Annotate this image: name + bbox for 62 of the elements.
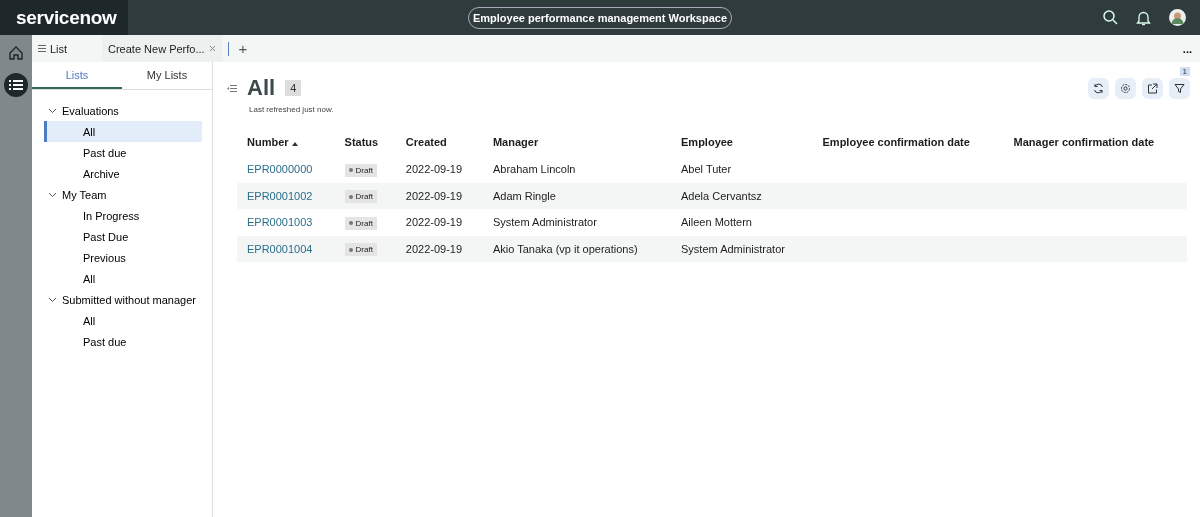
record-link[interactable]: EPR0000000 [247,163,313,176]
table-cell: Adam Ringle [492,189,556,202]
column-header[interactable]: Manager [482,128,671,156]
table-cell: 2022-09-19 [405,242,463,255]
filter-icon[interactable] [1169,77,1190,99]
chevron-icon [48,191,57,198]
tree-item[interactable]: In Progress [44,205,202,226]
refresh-icon[interactable] [1088,77,1109,99]
refresh-status: Last refreshed just now. [248,105,335,114]
collapse-icon[interactable] [227,84,237,92]
export-icon[interactable] [1142,77,1163,99]
tree-item[interactable]: Past Due [44,226,202,247]
column-header[interactable]: Status [334,128,396,156]
avatar[interactable] [1169,9,1186,26]
filter-count: 1 [1179,66,1190,76]
table-cell: Akio Tanaka (vp it operations) [492,242,638,255]
tree-item[interactable]: All [44,268,202,289]
column-header[interactable]: Employee [671,128,813,156]
table-cell: Adela Cervantsz [681,189,762,202]
table-cell: System Administrator [492,216,597,229]
chevron-icon [48,107,57,114]
list-icon[interactable] [4,73,28,97]
table-cell: System Administrator [681,242,785,255]
tree-item[interactable]: Previous [44,247,202,268]
status-badge: Draft [344,190,377,203]
record-count: 4 [285,80,302,96]
status-badge: Draft [344,163,377,177]
chevron-icon [48,296,57,303]
table-cell: 2022-09-19 [405,163,463,176]
list-tab[interactable]: My Lists [122,62,212,89]
settings-icon[interactable] [1115,77,1136,99]
column-header[interactable]: Created [395,128,483,156]
tree-item[interactable]: All [44,121,202,142]
list-title: All [247,75,276,101]
record-link[interactable]: EPR0001003 [247,216,313,229]
column-header[interactable]: Manager confirmation date [1003,128,1187,156]
logo: servicenow [0,0,128,35]
table-cell: 2022-09-19 [405,216,463,229]
column-header[interactable]: Employee confirmation date [812,128,1004,156]
table-cell: Abraham Lincoln [492,163,576,176]
tree-item[interactable]: Past due [44,331,202,352]
status-badge: Draft [344,243,377,256]
close-icon[interactable] [208,45,216,52]
sort-arrow-icon [291,142,298,146]
more-button[interactable]: ... [1176,41,1200,56]
tree-item[interactable]: Past due [44,142,202,163]
new-tab-button[interactable]: + [234,40,252,57]
bell-icon[interactable] [1136,9,1151,26]
search-icon[interactable] [1103,10,1118,25]
tree-item[interactable]: All [44,310,202,331]
tree-group[interactable]: Evaluations [44,100,119,121]
tree-item[interactable]: Archive [44,163,202,184]
table-cell: 2022-09-19 [405,189,463,202]
list-icon [38,45,46,52]
table-cell: Abel Tuter [681,163,732,176]
tree-group[interactable]: My Team [44,184,107,205]
table-cell: Aileen Mottern [681,216,752,229]
column-header[interactable]: Number [237,128,335,156]
tree-group[interactable]: Submitted without manager [44,289,196,310]
list-tab[interactable]: Lists [32,62,122,89]
tab[interactable]: Create New Perfo... [102,35,222,62]
status-badge: Draft [344,216,377,230]
